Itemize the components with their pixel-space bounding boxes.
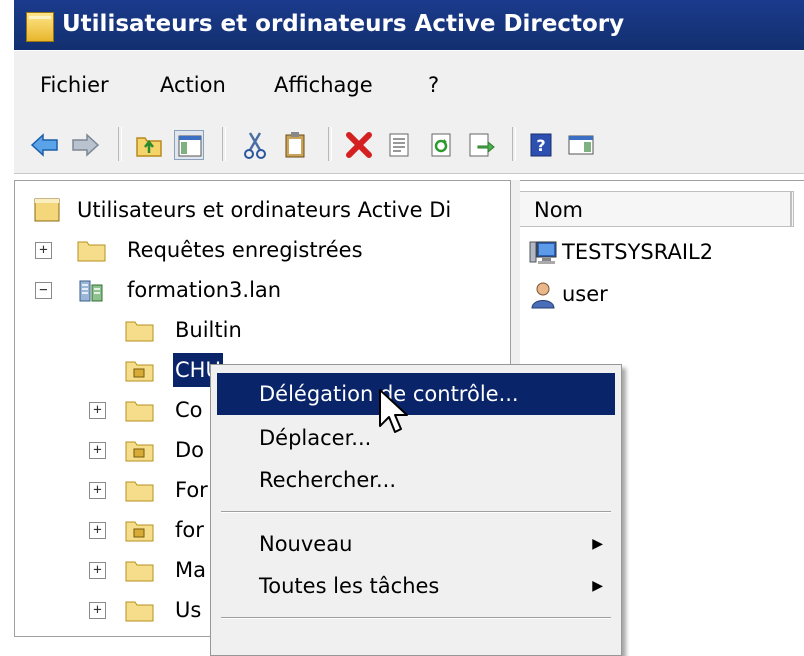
active-directory-app-icon [26, 12, 54, 42]
folder-icon [125, 317, 155, 343]
column-header-label: Nom [534, 198, 584, 222]
folder-icon [125, 557, 155, 583]
help-icon[interactable]: ? [526, 130, 556, 160]
tree-item-saved-queries[interactable]: + Requêtes enregistrées [15, 233, 511, 267]
submenu-arrow-icon: ▶ [592, 536, 603, 552]
expand-icon[interactable]: + [89, 482, 106, 499]
menu-item-toutes-les-taches[interactable]: Toutes les tâches ▶ [217, 565, 615, 607]
menu-bar: Fichier Action Affichage ? [14, 50, 804, 116]
toolbar: ? [14, 115, 804, 174]
context-menu: Délégation de contrôle... Déplacer... Re… [210, 364, 622, 656]
computer-icon [529, 241, 557, 264]
mouse-cursor-icon [379, 389, 408, 433]
tree-item-label: for [175, 518, 204, 542]
svg-text:?: ? [536, 136, 545, 155]
expand-icon[interactable]: + [89, 562, 106, 579]
expand-icon[interactable]: + [89, 442, 106, 459]
show-action-pane-icon[interactable] [566, 130, 596, 160]
paste-icon[interactable] [280, 130, 310, 160]
tree-item-label: For [175, 478, 208, 502]
show-hide-console-tree-icon[interactable] [174, 130, 204, 160]
column-divider[interactable] [790, 192, 792, 226]
delete-icon[interactable] [344, 130, 374, 160]
menu-item-deplacer[interactable]: Déplacer... [217, 417, 615, 459]
expand-icon[interactable]: + [89, 402, 106, 419]
folder-icon [77, 237, 107, 263]
expand-icon[interactable]: + [89, 522, 106, 539]
title-bar[interactable]: Utilisateurs et ordinateurs Active Direc… [14, 0, 804, 50]
menu-affichage[interactable]: Affichage [274, 73, 373, 97]
submenu-arrow-icon: ▶ [592, 578, 603, 594]
tree-item-label: Requêtes enregistrées [127, 238, 363, 262]
active-directory-icon [33, 197, 63, 223]
window-title: Utilisateurs et ordinateurs Active Direc… [62, 11, 625, 37]
back-icon[interactable] [30, 130, 60, 160]
toolbar-separator [328, 127, 332, 161]
tree-item-label: Builtin [175, 318, 242, 342]
list-item-user[interactable]: user [528, 277, 798, 311]
toolbar-separator [512, 127, 516, 161]
menu-fichier[interactable]: Fichier [40, 73, 109, 97]
properties-icon[interactable] [384, 130, 414, 160]
folder-icon [125, 597, 155, 623]
menu-item-nouveau[interactable]: Nouveau ▶ [217, 523, 615, 565]
up-folder-icon[interactable] [134, 130, 164, 160]
collapse-icon[interactable]: − [35, 282, 52, 299]
expand-icon[interactable]: + [35, 242, 52, 259]
cut-icon[interactable] [240, 130, 270, 160]
expand-icon[interactable]: + [89, 602, 106, 619]
domain-icon [77, 277, 107, 303]
folder-icon [125, 397, 155, 423]
column-header-nom[interactable]: Nom [520, 191, 794, 227]
tree-root-label: Utilisateurs et ordinateurs Active Di [77, 198, 452, 222]
tree-item-label: Us [175, 598, 202, 622]
refresh-icon[interactable] [426, 130, 456, 160]
list-item-computer[interactable]: TESTSYSRAIL2 [528, 235, 798, 269]
menu-item-label: Nouveau [259, 532, 353, 556]
forward-icon[interactable] [70, 130, 100, 160]
menu-separator [221, 511, 611, 513]
menu-action[interactable]: Action [160, 73, 226, 97]
ou-folder-icon [125, 357, 155, 383]
menu-item-rechercher[interactable]: Rechercher... [217, 459, 615, 501]
toolbar-separator [118, 127, 122, 161]
ou-folder-icon [125, 437, 155, 463]
menu-separator [221, 617, 611, 619]
list-item-label: user [562, 282, 608, 306]
folder-icon [125, 477, 155, 503]
toolbar-separator [222, 127, 226, 161]
export-list-icon[interactable] [466, 130, 496, 160]
tree-item-builtin[interactable]: Builtin [15, 313, 511, 347]
user-icon [531, 282, 555, 309]
menu-item-delegation[interactable]: Délégation de contrôle... [217, 373, 615, 415]
tree-item-label: formation3.lan [127, 278, 282, 302]
menu-item-label: Toutes les tâches [259, 574, 440, 598]
list-item-label: TESTSYSRAIL2 [562, 240, 714, 264]
menu-help[interactable]: ? [428, 73, 439, 97]
tree-item-label: Do [175, 438, 205, 462]
tree-item-label: Co [175, 398, 203, 422]
ou-folder-icon [125, 517, 155, 543]
tree-item-domain[interactable]: − formation3.lan [15, 273, 511, 307]
tree-item-label: Ma [175, 558, 206, 582]
